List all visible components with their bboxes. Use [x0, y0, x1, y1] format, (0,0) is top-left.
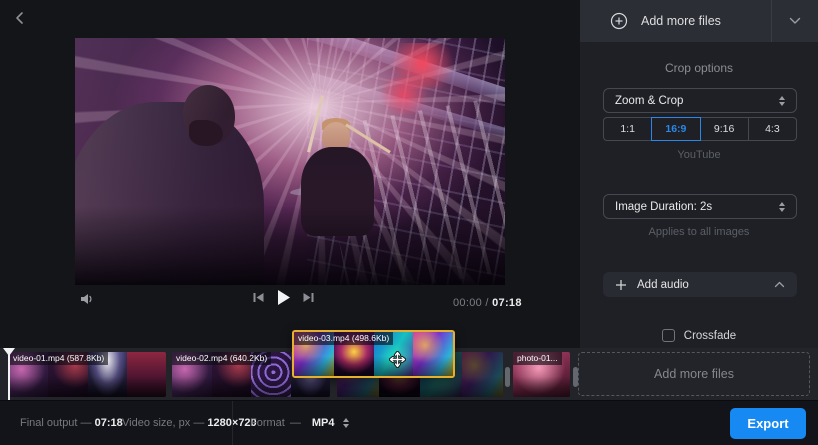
clip-thumbnail: [127, 352, 166, 397]
selected-clip-video-03[interactable]: video-03.mp4 (498.6Kb): [292, 330, 455, 378]
video-size-info: Video size, px — 1280×720: [122, 417, 257, 429]
final-output-info: Final output — 07:18: [20, 417, 123, 429]
aspect-label: 4:3: [765, 123, 780, 135]
select-stepper-icon: [779, 96, 785, 106]
playhead-line: [8, 348, 10, 400]
crossfade-checkbox[interactable]: [662, 329, 675, 342]
clip-label: photo-01...: [513, 352, 562, 365]
time-display: 00:00 / 07:18: [453, 297, 522, 309]
image-duration-hint: Applies to all images: [580, 226, 818, 238]
aspect-ratio-4-3[interactable]: 4:3: [748, 117, 797, 141]
footer-divider: [232, 401, 233, 445]
speaker-icon: [79, 291, 95, 307]
chevron-down-icon: [789, 17, 801, 25]
dash: —: [81, 417, 92, 429]
footer-bar: Final output — 07:18 Video size, px — 12…: [0, 400, 818, 445]
current-time: 00:00: [453, 297, 482, 309]
video-size-label: Video size, px: [122, 417, 190, 429]
video-scene-vignette: [75, 38, 505, 285]
play-button[interactable]: [276, 289, 291, 306]
clip-label: video-01.mp4 (587.8Kb): [9, 352, 108, 365]
chevron-up-icon: [774, 281, 785, 288]
crossfade-label: Crossfade: [684, 330, 736, 342]
select-stepper-icon: [779, 202, 785, 212]
sidebar: Add more files Crop options Zoom & Crop …: [580, 0, 818, 348]
skip-forward-button[interactable]: [302, 291, 315, 304]
export-button[interactable]: Export: [730, 408, 806, 439]
final-output-value: 07:18: [95, 417, 123, 429]
video-editor-app: 00:00 / 07:18 Add more files Crop option…: [0, 0, 818, 445]
plus-circle-icon: [610, 12, 628, 30]
clip-gap-handle[interactable]: [505, 367, 510, 387]
time-separator: /: [482, 297, 492, 309]
timeline-add-more-files[interactable]: Add more files: [578, 352, 810, 396]
transport-controls: [252, 289, 315, 306]
clip-thumbnail: [413, 332, 453, 376]
skip-back-button[interactable]: [252, 291, 265, 304]
format-value: MP4: [312, 417, 335, 429]
aspect-label: 16:9: [665, 123, 686, 135]
aspect-ratio-1-1[interactable]: 1:1: [603, 117, 652, 141]
image-duration-value: Image Duration: 2s: [615, 201, 712, 213]
add-audio-button[interactable]: Add audio: [603, 272, 797, 297]
volume-button[interactable]: [79, 291, 95, 312]
aspect-ratio-group: 1:1 16:9 9:16 4:3: [603, 117, 797, 141]
final-output-label: Final output: [20, 417, 77, 429]
crossfade-row: Crossfade: [580, 329, 818, 342]
timeline-clip-photo-01[interactable]: photo-01...: [513, 352, 570, 397]
collapse-panel-button[interactable]: [771, 0, 818, 42]
move-cursor-icon: [389, 351, 406, 368]
total-time: 07:18: [492, 297, 522, 309]
timeline-add-more-files-label: Add more files: [654, 367, 734, 381]
format-label: Format: [250, 417, 285, 429]
add-audio-label: Add audio: [637, 279, 689, 291]
crop-mode-value: Zoom & Crop: [615, 95, 683, 107]
clip-label: video-03.mp4 (498.6Kb): [294, 332, 393, 345]
format-select[interactable]: Format — MP4: [250, 417, 349, 429]
crop-mode-select[interactable]: Zoom & Crop: [603, 88, 797, 113]
timeline-clip-video-01[interactable]: video-01.mp4 (587.8Kb): [9, 352, 166, 397]
dash: —: [290, 417, 301, 429]
format-stepper-icon: [343, 418, 349, 428]
platform-hint: YouTube: [580, 149, 818, 161]
aspect-ratio-16-9[interactable]: 16:9: [651, 117, 700, 141]
aspect-ratio-9-16[interactable]: 9:16: [700, 117, 749, 141]
chevron-left-icon: [13, 11, 27, 25]
clip-thumbnail: [462, 352, 504, 397]
dash: —: [193, 417, 204, 429]
image-duration-select[interactable]: Image Duration: 2s: [603, 194, 797, 219]
clip-label: video-02.mp4 (640.2Kb): [172, 352, 271, 365]
back-button[interactable]: [8, 6, 32, 30]
aspect-label: 9:16: [714, 123, 734, 135]
plus-icon: [615, 279, 627, 291]
aspect-label: 1:1: [620, 123, 635, 135]
video-preview: [75, 38, 505, 285]
add-more-files-label: Add more files: [641, 14, 721, 28]
playhead[interactable]: [3, 348, 15, 400]
player-area: 00:00 / 07:18: [0, 0, 580, 348]
crop-options-title: Crop options: [580, 61, 818, 75]
